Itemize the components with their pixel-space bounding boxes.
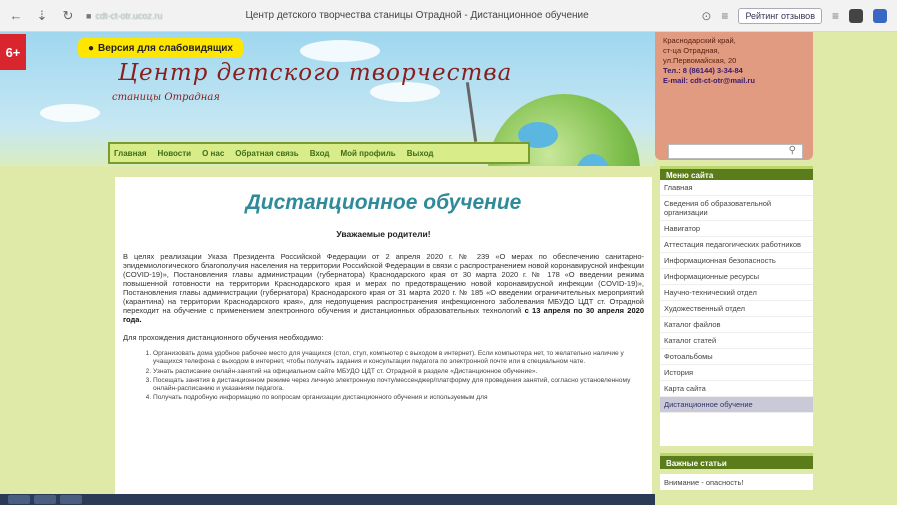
sidebar-item-history[interactable]: История [660,365,813,381]
top-navigation: Главная Новости О нас Обратная связь Вхо… [108,142,530,164]
menu-icon[interactable]: ≡ [832,9,839,23]
antenna-decoration [465,82,478,142]
site-title: Центр детского творчества [118,60,513,86]
contact-email[interactable]: E-mail: cdt-ct-otr@mail.ru [663,76,805,86]
sidebar-item-articles[interactable]: Каталог статей [660,333,813,349]
translate-icon[interactable]: ⊙ [701,9,711,23]
profile-icon[interactable] [873,8,887,23]
nav-news[interactable]: Новости [158,149,192,158]
sidebar-item-tech-dept[interactable]: Научно-технический отдел [660,285,813,301]
sidebar-item-attestation[interactable]: Аттестация педагогических работников [660,237,813,253]
list-item: Получать подробную информацию по вопроса… [153,394,644,402]
contact-panel: Краснодарский край, ст-ца Отрадная, ул.П… [655,32,813,160]
taskbar-app-icon[interactable] [34,495,56,504]
contact-address: ст-ца Отрадная, [663,46,720,55]
nav-home[interactable]: Главная [114,149,147,158]
review-rating-button[interactable]: Рейтинг отзывов [738,7,822,24]
nav-logout[interactable]: Выход [407,149,434,158]
lock-icon: ■ [86,10,92,21]
menu-title: Меню сайта [660,166,813,180]
nav-login[interactable]: Вход [310,149,330,158]
cloud-decoration [40,104,100,122]
important-article-link[interactable]: Внимание - опасность! [660,474,813,490]
reload-icon[interactable]: ↻ [58,6,78,26]
extension-icon[interactable] [849,8,863,23]
reader-icon[interactable]: ≡ [721,9,728,23]
sidebar-item-sitemap[interactable]: Карта сайта [660,381,813,397]
sidebar-item-distance-learning[interactable]: Дистанционное обучение [660,397,813,413]
url-text: cdt-ct-otr.ucoz.ru [95,10,163,21]
cloud-decoration [300,40,380,62]
list-item: Организовать дома удобное рабочее место … [153,350,644,367]
requirements-intro: Для прохождения дистанционного обучения … [123,333,324,342]
sidebar-item-org-info[interactable]: Сведения об образовательной организации [660,196,813,221]
sidebar-item-resources[interactable]: Информационные ресурсы [660,269,813,285]
page-title: Дистанционное обучение [245,191,522,214]
sidebar-item-art-dept[interactable]: Художественный отдел [660,301,813,317]
taskbar-app-icon[interactable] [8,495,30,504]
contact-address: ул.Первомайская, 20 [663,56,737,65]
sidebar-item-files[interactable]: Каталог файлов [660,317,813,333]
site-subtitle: станицы Отрадная [112,92,220,103]
sidebar-item-navigator[interactable]: Навигатор [660,221,813,237]
back-icon[interactable]: ← [6,6,26,26]
sidebar-item-photos[interactable]: Фотоальбомы [660,349,813,365]
low-vision-label: Версия для слабовидящих [98,42,233,54]
search-icon[interactable]: ⚲ [789,145,796,156]
sidebar-item-home[interactable]: Главная [660,180,813,196]
important-articles-title: Важные статьи [660,453,813,469]
intro-paragraph: В целях реализации Указа Президента Росс… [123,252,644,324]
address-bar[interactable]: ■ cdt-ct-otr.ucoz.ru [86,5,215,27]
browser-toolbar: ← ⇣ ↻ ■ cdt-ct-otr.ucoz.ru Центр детског… [0,0,897,32]
sidebar-item-security[interactable]: Информационная безопасность [660,253,813,269]
nav-feedback[interactable]: Обратная связь [235,149,298,158]
main-content: Дистанционное обучение Уважаемые родител… [115,177,652,505]
nav-profile[interactable]: Мой профиль [340,149,395,158]
eye-icon: ● [88,42,95,54]
list-item: Посещать занятия в дистанционном режиме … [153,377,644,394]
forward-icon[interactable]: ⇣ [32,6,52,26]
greeting-heading: Уважаемые родители! [336,229,431,239]
low-vision-version-button[interactable]: ● Версия для слабовидящих [78,38,243,58]
search-input[interactable]: ⚲ [668,144,803,159]
os-taskbar [0,494,655,505]
site-menu: Меню сайта Главная Сведения об образоват… [660,166,813,446]
page-tab-title: Центр детского творчества станицы Отрадн… [245,10,589,21]
nav-about[interactable]: О нас [202,149,224,158]
list-item: Узнать расписание онлайн-занятий на офиц… [153,368,644,376]
age-rating-badge: 6+ [0,34,26,70]
contact-address: Краснодарский край, [663,36,736,45]
contact-phone: Тел.: 8 (86144) 3-34-84 [663,66,743,75]
requirements-list: Организовать дома удобное рабочее место … [153,350,644,403]
taskbar-app-icon[interactable] [60,495,82,504]
